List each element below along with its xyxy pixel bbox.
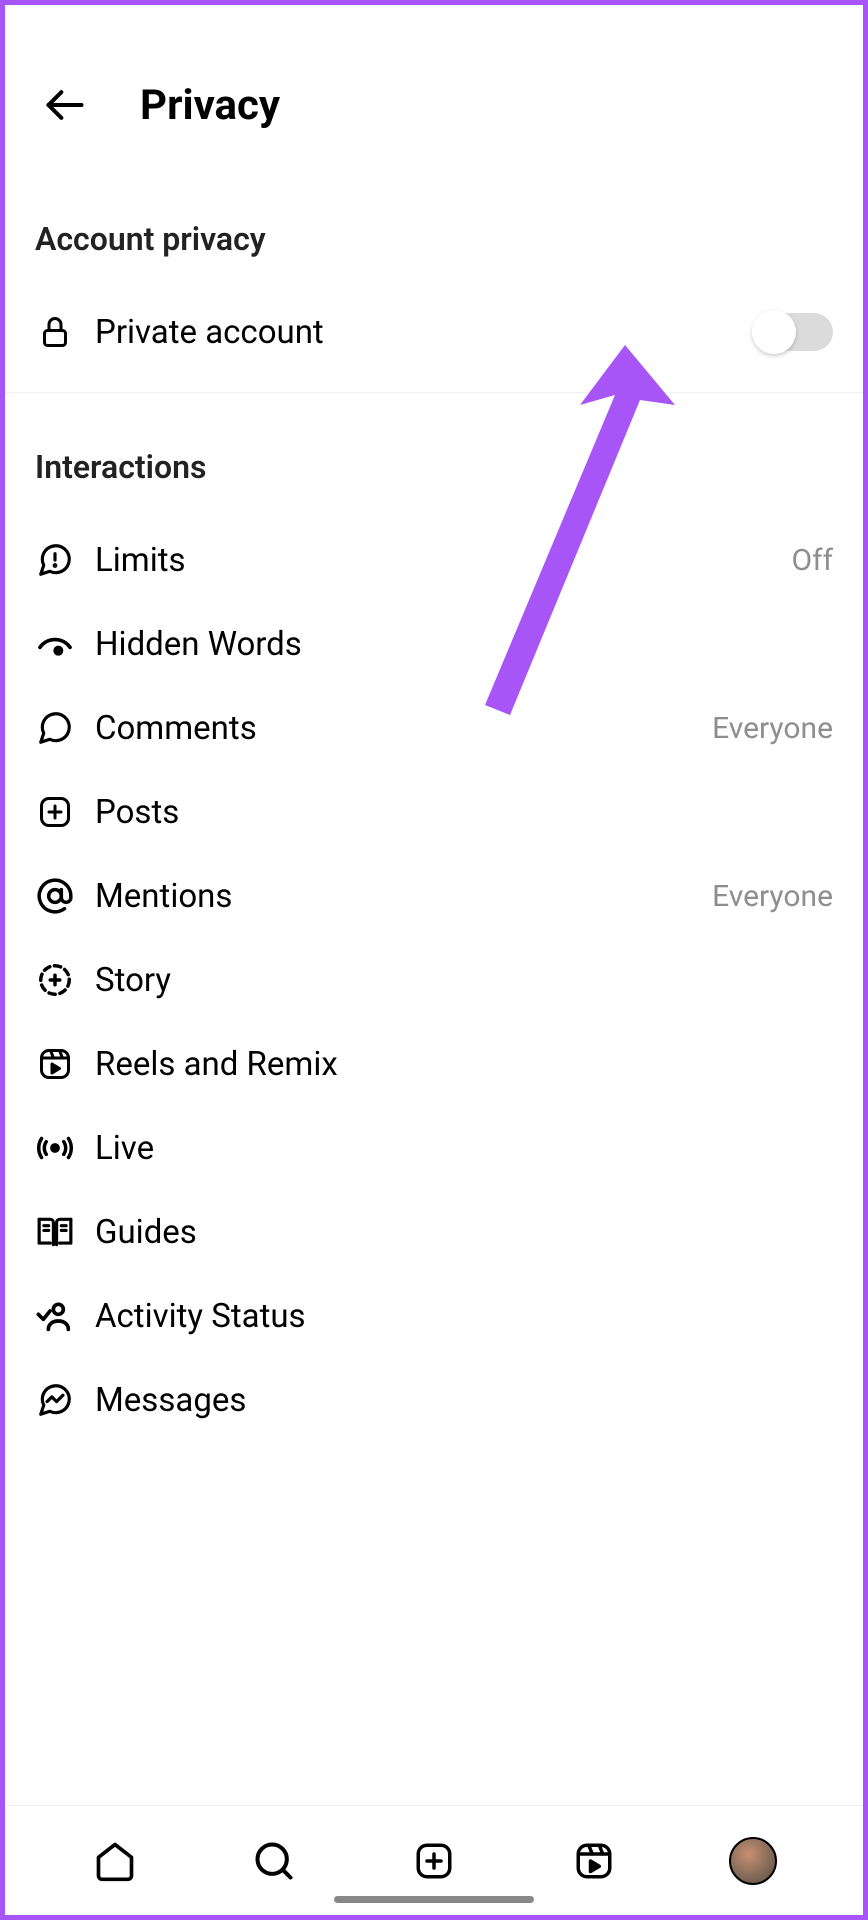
private-account-toggle[interactable] bbox=[755, 313, 833, 351]
arrow-left-icon bbox=[43, 83, 87, 127]
alert-circle-icon bbox=[35, 540, 75, 580]
nav-reels[interactable] bbox=[566, 1833, 622, 1889]
mentions-label: Mentions bbox=[95, 877, 712, 916]
activity-status-row[interactable]: Activity Status bbox=[35, 1274, 833, 1358]
messenger-icon bbox=[35, 1380, 75, 1420]
search-icon bbox=[252, 1839, 296, 1883]
plus-square-icon bbox=[413, 1840, 455, 1882]
toggle-knob bbox=[752, 310, 796, 354]
account-privacy-section: Account privacy Private account bbox=[5, 220, 863, 374]
reels-row[interactable]: Reels and Remix bbox=[35, 1022, 833, 1106]
account-privacy-header: Account privacy bbox=[35, 220, 833, 258]
home-icon bbox=[93, 1839, 137, 1883]
posts-row[interactable]: Posts bbox=[35, 770, 833, 854]
limits-value: Off bbox=[792, 543, 834, 578]
interactions-section: Interactions Limits Off Hidden Words Com bbox=[5, 448, 863, 1442]
story-circle-icon bbox=[35, 960, 75, 1000]
page-title: Privacy bbox=[140, 81, 280, 130]
reels-icon bbox=[573, 1840, 615, 1882]
broadcast-icon bbox=[35, 1128, 75, 1168]
messages-row[interactable]: Messages bbox=[35, 1358, 833, 1442]
mentions-value: Everyone bbox=[712, 879, 833, 914]
private-account-label: Private account bbox=[95, 313, 755, 352]
book-icon bbox=[35, 1212, 75, 1252]
limits-row[interactable]: Limits Off bbox=[35, 518, 833, 602]
story-label: Story bbox=[95, 961, 833, 1000]
messages-label: Messages bbox=[95, 1381, 833, 1420]
limits-label: Limits bbox=[95, 541, 792, 580]
hidden-words-row[interactable]: Hidden Words bbox=[35, 602, 833, 686]
at-sign-icon bbox=[35, 876, 75, 916]
comment-icon bbox=[35, 708, 75, 748]
nav-create[interactable] bbox=[406, 1833, 462, 1889]
mentions-row[interactable]: Mentions Everyone bbox=[35, 854, 833, 938]
home-indicator bbox=[334, 1896, 534, 1903]
live-label: Live bbox=[95, 1129, 833, 1168]
hidden-words-label: Hidden Words bbox=[95, 625, 833, 664]
plus-square-icon bbox=[35, 792, 75, 832]
eye-hidden-icon bbox=[35, 624, 75, 664]
comments-row[interactable]: Comments Everyone bbox=[35, 686, 833, 770]
nav-home[interactable] bbox=[87, 1833, 143, 1889]
nav-search[interactable] bbox=[246, 1833, 302, 1889]
interactions-header: Interactions bbox=[35, 448, 833, 486]
reels-label: Reels and Remix bbox=[95, 1045, 833, 1084]
activity-status-label: Activity Status bbox=[95, 1297, 833, 1336]
activity-icon bbox=[35, 1296, 75, 1336]
story-row[interactable]: Story bbox=[35, 938, 833, 1022]
avatar-icon bbox=[729, 1837, 777, 1885]
live-row[interactable]: Live bbox=[35, 1106, 833, 1190]
guides-row[interactable]: Guides bbox=[35, 1190, 833, 1274]
divider bbox=[5, 392, 863, 393]
header: Privacy bbox=[5, 5, 863, 165]
lock-icon bbox=[35, 312, 75, 352]
guides-label: Guides bbox=[95, 1213, 833, 1252]
private-account-row[interactable]: Private account bbox=[35, 290, 833, 374]
posts-label: Posts bbox=[95, 793, 833, 832]
reels-icon bbox=[35, 1044, 75, 1084]
comments-value: Everyone bbox=[712, 711, 833, 746]
back-button[interactable] bbox=[35, 75, 95, 135]
nav-profile[interactable] bbox=[725, 1833, 781, 1889]
comments-label: Comments bbox=[95, 709, 712, 748]
